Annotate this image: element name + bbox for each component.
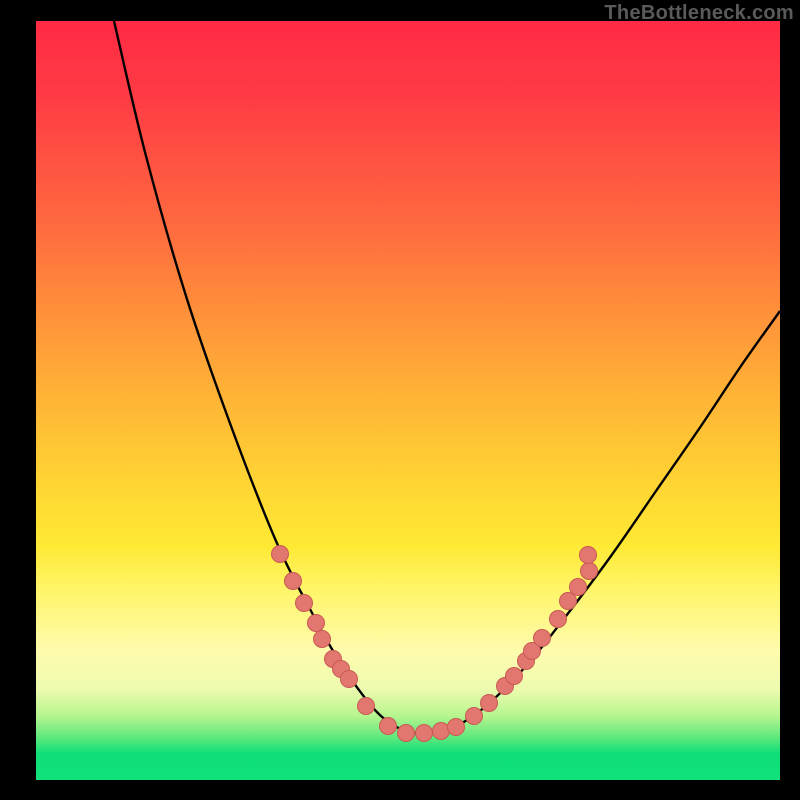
data-dot bbox=[358, 698, 375, 715]
data-dot bbox=[466, 708, 483, 725]
data-dot bbox=[580, 547, 597, 564]
data-dot bbox=[560, 593, 577, 610]
chart-stage: TheBottleneck.com bbox=[0, 0, 800, 800]
data-dot bbox=[308, 615, 325, 632]
data-dot bbox=[341, 671, 358, 688]
data-dot bbox=[272, 546, 289, 563]
data-dot bbox=[380, 718, 397, 735]
plot-area bbox=[36, 21, 780, 780]
bottleneck-curve bbox=[114, 21, 780, 734]
data-dot bbox=[433, 723, 450, 740]
data-dot bbox=[296, 595, 313, 612]
data-dot bbox=[285, 573, 302, 590]
data-dot bbox=[570, 579, 587, 596]
data-dot bbox=[481, 695, 498, 712]
data-dot bbox=[534, 630, 551, 647]
data-dot bbox=[448, 719, 465, 736]
data-dot bbox=[581, 563, 598, 580]
data-dots bbox=[272, 546, 598, 742]
data-dot bbox=[506, 668, 523, 685]
data-dot bbox=[398, 725, 415, 742]
data-dot bbox=[314, 631, 331, 648]
chart-svg bbox=[36, 21, 780, 780]
data-dot bbox=[550, 611, 567, 628]
data-dot bbox=[416, 725, 433, 742]
